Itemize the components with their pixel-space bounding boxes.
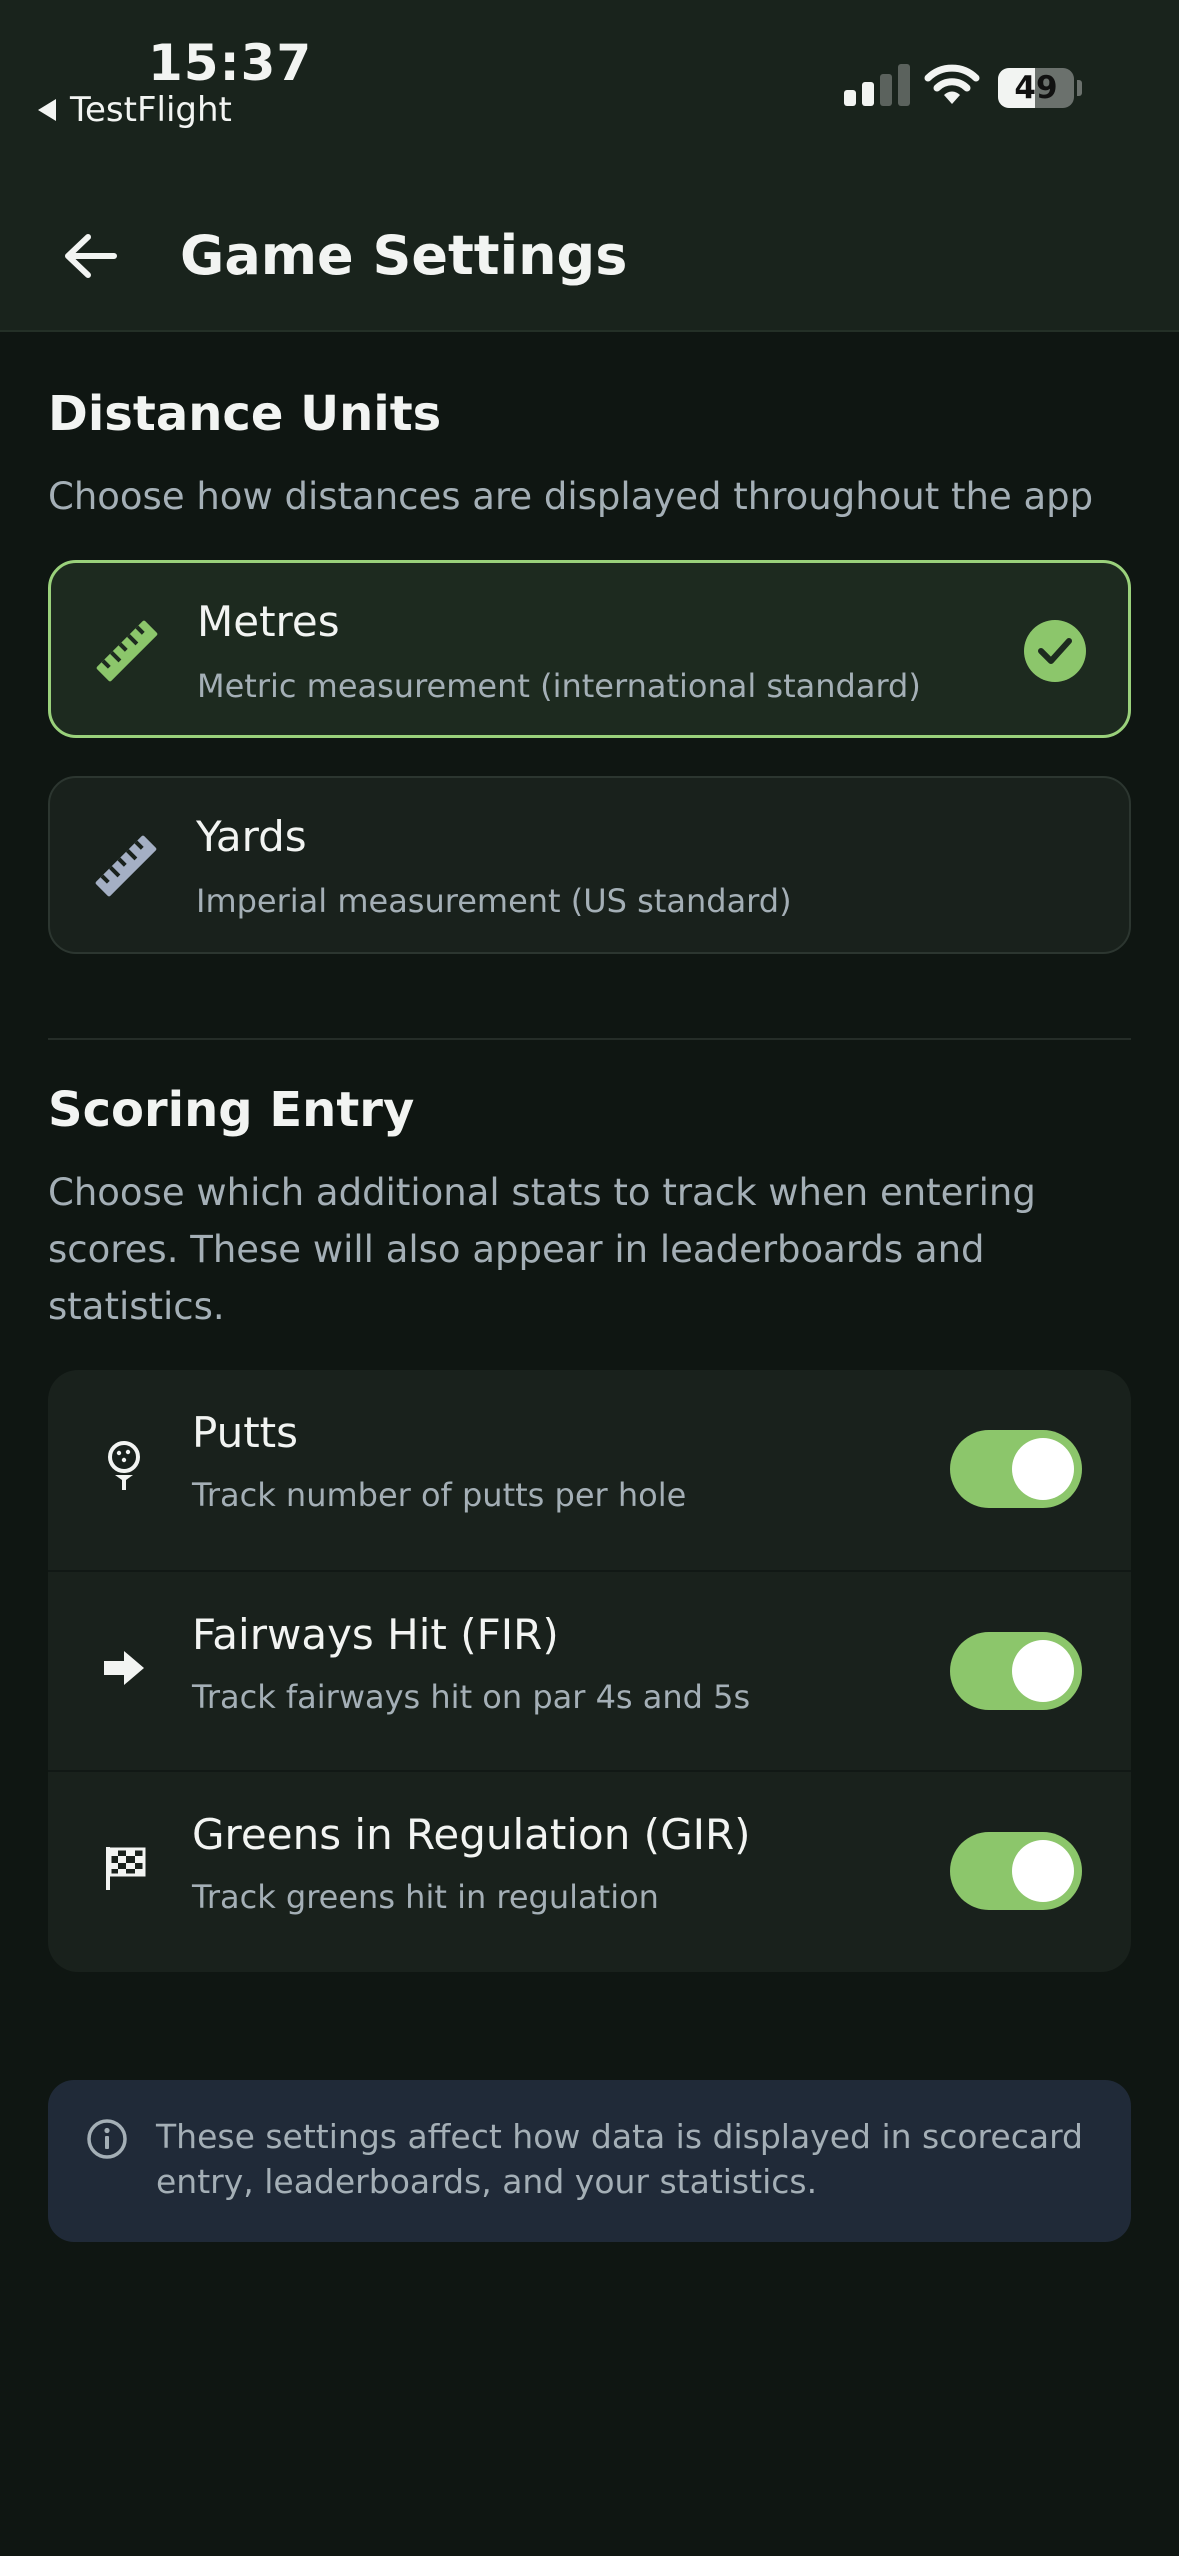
checkered-flag-icon — [94, 1838, 154, 1898]
status-time: 15:37 — [148, 34, 313, 92]
stat-row-putts: Putts Track number of putts per hole — [48, 1370, 1131, 1570]
page-title: Game Settings — [180, 224, 628, 287]
stat-row-fairways-hit: Fairways Hit (FIR) Track fairways hit on… — [48, 1570, 1131, 1770]
toggle-knob — [1012, 1840, 1074, 1902]
scoring-entry-description: Choose which additional stats to track w… — [48, 1171, 1036, 1328]
ruler-icon — [96, 620, 158, 682]
back-button[interactable] — [56, 222, 124, 290]
fairways-hit-toggle[interactable] — [950, 1632, 1082, 1710]
stat-name: Greens in Regulation (GIR) — [192, 1810, 751, 1859]
stat-description: Track greens hit in regulation — [192, 1878, 659, 1916]
unit-option-description: Imperial measurement (US standard) — [196, 882, 792, 920]
unit-option-name: Metres — [197, 597, 340, 646]
stat-row-greens-in-regulation: Greens in Regulation (GIR) Track greens … — [48, 1770, 1131, 1970]
arrow-right-icon — [94, 1638, 154, 1698]
ruler-icon — [95, 835, 157, 897]
check-icon — [1024, 620, 1086, 682]
battery-level: 49 — [1014, 70, 1058, 106]
info-icon — [87, 2119, 127, 2159]
stat-name: Fairways Hit (FIR) — [192, 1610, 559, 1659]
info-text: These settings affect how data is displa… — [156, 2117, 1083, 2201]
golf-ball-tee-icon — [94, 1436, 154, 1496]
toggle-knob — [1012, 1438, 1074, 1500]
unit-option-name: Yards — [196, 812, 307, 861]
unit-option-metres[interactable]: Metres Metric measurement (international… — [48, 560, 1131, 738]
stat-description: Track fairways hit on par 4s and 5s — [192, 1678, 751, 1716]
putts-toggle[interactable] — [950, 1430, 1082, 1508]
info-notice: These settings affect how data is displa… — [48, 2080, 1131, 2242]
stat-description: Track number of putts per hole — [192, 1476, 687, 1514]
scoring-stats-card: Putts Track number of putts per hole Fai… — [48, 1370, 1131, 1972]
unit-option-yards[interactable]: Yards Imperial measurement (US standard) — [48, 776, 1131, 954]
toggle-knob — [1012, 1640, 1074, 1702]
distance-units-heading: Distance Units — [48, 386, 442, 442]
back-app-label: TestFlight — [70, 90, 232, 130]
unit-option-description: Metric measurement (international standa… — [197, 667, 921, 705]
distance-units-description: Choose how distances are displayed throu… — [48, 475, 1094, 518]
wifi-icon — [924, 64, 980, 104]
battery-icon: 49 — [998, 68, 1074, 108]
section-divider — [48, 1038, 1131, 1040]
scoring-entry-heading: Scoring Entry — [48, 1082, 415, 1138]
cellular-signal-icon — [844, 64, 910, 106]
back-to-app-link[interactable]: TestFlight — [38, 90, 232, 130]
back-triangle-icon — [38, 99, 56, 121]
arrow-left-icon — [65, 234, 117, 278]
stat-name: Putts — [192, 1408, 299, 1457]
greens-in-regulation-toggle[interactable] — [950, 1832, 1082, 1910]
battery-tip — [1077, 80, 1082, 96]
